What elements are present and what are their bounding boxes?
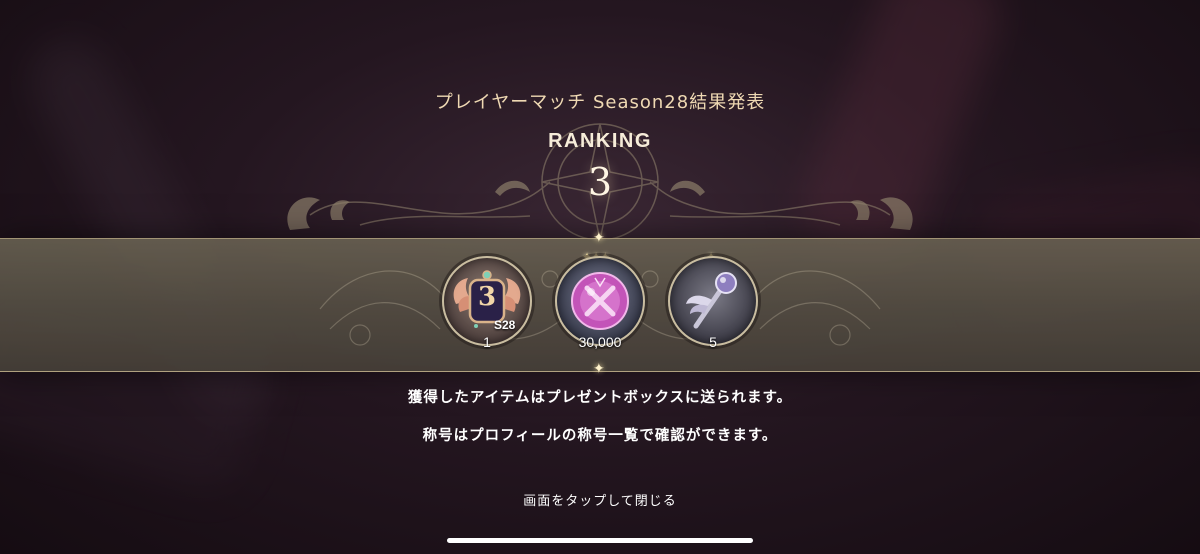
ranking-label: RANKING [548, 130, 652, 152]
result-title: プレイヤーマッチ Season28結果発表 [434, 92, 766, 113]
sparkle-icon: ✦ [593, 361, 605, 377]
rank-number: 3 [587, 160, 613, 204]
season-tag: S28 [494, 318, 516, 332]
reward-count: 5 [709, 334, 717, 350]
reward-winged-wand[interactable] [668, 256, 758, 346]
reward-count: 30,000 [578, 334, 622, 350]
tap-to-close-prompt[interactable]: 画面をタップして閉じる [0, 490, 1200, 509]
reward-title-emblem[interactable]: 3 S28 [442, 256, 532, 346]
reward-pink-gem[interactable] [555, 256, 645, 346]
delivery-message: 獲得したアイテムはプレゼントボックスに送られます。 [407, 390, 793, 406]
title-info-message: 称号はプロフィールの称号一覧で確認ができます。 [422, 428, 778, 444]
emblem-rank-number: 3 [477, 282, 497, 312]
sparkle-icon: ✦ [593, 230, 605, 246]
home-indicator[interactable] [447, 538, 753, 543]
reward-count: 1 [483, 334, 491, 350]
